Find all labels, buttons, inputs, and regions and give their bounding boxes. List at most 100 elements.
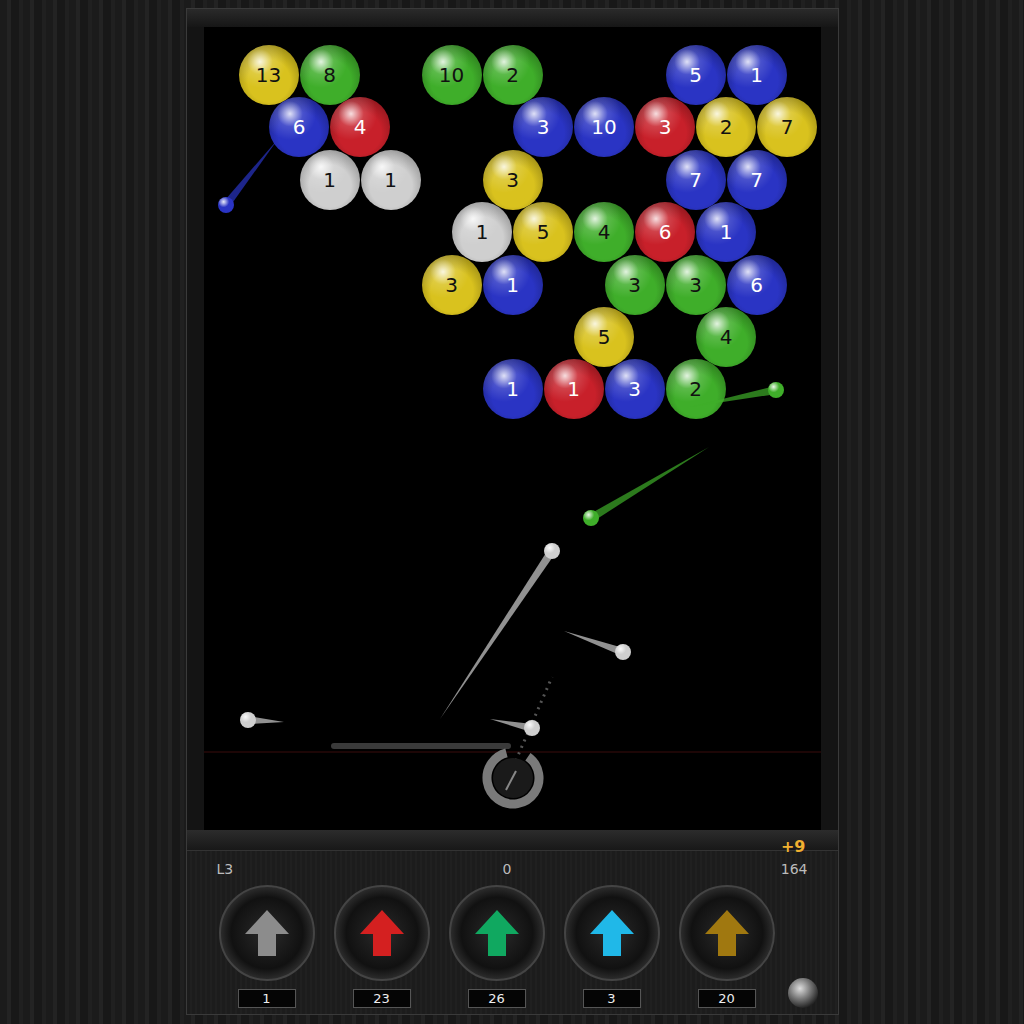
powerup-button[interactable] <box>219 885 315 981</box>
bubble: 3 <box>635 97 695 157</box>
bubble: 1 <box>544 359 604 419</box>
flying-ball <box>564 631 631 660</box>
powerup-count: 26 <box>468 989 526 1008</box>
shots-layer <box>204 27 821 830</box>
bubble-number: 10 <box>439 63 464 87</box>
arrow-icon <box>474 908 520 958</box>
flying-ball <box>440 543 560 719</box>
bubble-number: 3 <box>445 273 458 297</box>
bubble-number: 5 <box>537 220 550 244</box>
bubble: 8 <box>300 45 360 105</box>
game-board[interactable]: 1381025164310327113771546131336541132 <box>204 27 821 830</box>
bubble: 1 <box>727 45 787 105</box>
powerup: 23 <box>334 885 430 1008</box>
stats-row: L3 0 164 <box>217 861 808 877</box>
bubble-number: 1 <box>323 168 336 192</box>
bubble-number: 7 <box>750 168 763 192</box>
powerup: 26 <box>449 885 545 1008</box>
divider <box>187 830 838 851</box>
bubble: 7 <box>757 97 817 157</box>
arrow-icon <box>359 908 405 958</box>
wood-background: 1381025164310327113771546131336541132 +9… <box>0 0 1024 1024</box>
bubble: 13 <box>239 45 299 105</box>
bubble: 6 <box>727 255 787 315</box>
powerup-button[interactable] <box>334 885 430 981</box>
bubble-number: 6 <box>659 220 672 244</box>
bubble: 1 <box>483 359 543 419</box>
bubble: 6 <box>635 202 695 262</box>
bubble: 2 <box>483 45 543 105</box>
bubble-number: 1 <box>506 377 519 401</box>
control-panel: +9 L3 0 164 1 23 26 3 20 <box>187 851 838 1014</box>
bubble: 7 <box>727 150 787 210</box>
flying-ball <box>240 712 284 728</box>
powerup-row: 1 23 26 3 20 <box>219 885 808 1008</box>
bubble-number: 1 <box>384 168 397 192</box>
powerup-count: 3 <box>583 989 641 1008</box>
frame-top <box>187 9 838 27</box>
powerup-button[interactable] <box>679 885 775 981</box>
bubble-number: 1 <box>720 220 733 244</box>
bubble: 2 <box>666 359 726 419</box>
bubble: 5 <box>513 202 573 262</box>
bubble: 10 <box>422 45 482 105</box>
bubble: 3 <box>483 150 543 210</box>
powerup-count: 20 <box>698 989 756 1008</box>
bubble-number: 2 <box>506 63 519 87</box>
bubble-number: 7 <box>781 115 794 139</box>
bubble: 3 <box>605 255 665 315</box>
bubble: 3 <box>513 97 573 157</box>
settings-icon[interactable] <box>788 978 818 1008</box>
bubble: 10 <box>574 97 634 157</box>
bubble: 7 <box>666 150 726 210</box>
bubble: 3 <box>422 255 482 315</box>
powerup-button[interactable] <box>449 885 545 981</box>
bubble-number: 1 <box>476 220 489 244</box>
bubble-number: 3 <box>537 115 550 139</box>
bubble: 6 <box>269 97 329 157</box>
bubble-number: 1 <box>750 63 763 87</box>
remaining-label: 164 <box>781 861 808 877</box>
bubble-number: 2 <box>720 115 733 139</box>
flying-ball <box>583 447 709 526</box>
bubble-number: 4 <box>720 325 733 349</box>
bubble: 1 <box>452 202 512 262</box>
bubble: 1 <box>300 150 360 210</box>
bubble-number: 3 <box>659 115 672 139</box>
bubble-number: 3 <box>506 168 519 192</box>
bubble-number: 2 <box>689 377 702 401</box>
bubble-number: 10 <box>591 115 616 139</box>
bubble: 4 <box>696 307 756 367</box>
bubble-number: 8 <box>323 63 336 87</box>
bubble-number: 5 <box>689 63 702 87</box>
bubble: 1 <box>696 202 756 262</box>
bubble-number: 1 <box>567 377 580 401</box>
bubble: 2 <box>696 97 756 157</box>
bubble-number: 7 <box>689 168 702 192</box>
bubble-number: 5 <box>598 325 611 349</box>
arrow-icon <box>589 908 635 958</box>
powerup: 1 <box>219 885 315 1008</box>
aim-line <box>513 677 552 767</box>
powerup-count: 23 <box>353 989 411 1008</box>
bubble: 4 <box>574 202 634 262</box>
bubble-number: 3 <box>628 273 641 297</box>
score-label: 0 <box>503 861 512 877</box>
bubble: 3 <box>605 359 665 419</box>
bubble: 3 <box>666 255 726 315</box>
bubble-number: 4 <box>598 220 611 244</box>
bubble: 5 <box>666 45 726 105</box>
arrow-icon <box>704 908 750 958</box>
powerup: 3 <box>564 885 660 1008</box>
bubble-number: 6 <box>750 273 763 297</box>
shooter-icon[interactable] <box>476 742 548 814</box>
arrow-icon <box>244 908 290 958</box>
bubble: 4 <box>330 97 390 157</box>
bubble-number: 4 <box>354 115 367 139</box>
bubble: 1 <box>483 255 543 315</box>
bubble: 5 <box>574 307 634 367</box>
deadline <box>204 752 821 753</box>
powerup-button[interactable] <box>564 885 660 981</box>
flying-ball <box>218 139 278 213</box>
flying-ball <box>490 719 540 736</box>
